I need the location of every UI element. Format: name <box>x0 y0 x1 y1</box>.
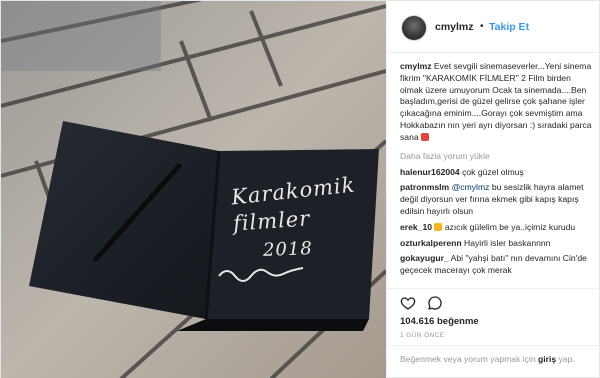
comments-list[interactable]: cmylmz Evet sevgili sinemaseverler...Yen… <box>387 53 600 285</box>
comment-bubble-icon[interactable] <box>427 295 443 311</box>
fire-emoji-icon <box>421 132 430 141</box>
notebook-left-page <box>29 121 219 319</box>
post-caption: cmylmz Evet sevgili sinemaseverler...Yen… <box>400 61 592 144</box>
comment-item: patronmslm @cmylmz bu sesizlik hayra ala… <box>400 182 592 217</box>
notebook-edge <box>177 319 369 331</box>
comment-username[interactable]: ozturkalperenn <box>400 238 462 248</box>
comment-item: erek_10 azıcık gülelim be ya..içimiz kur… <box>400 222 592 234</box>
add-comment-prompt: Beğenmek veya yorum yapmak için <box>400 354 536 364</box>
load-more-comments[interactable]: Daha fazla yorum yükle <box>400 151 592 161</box>
caption-text: Evet sevgili sinemaseverler...Yeni sinem… <box>400 61 592 142</box>
comment-username[interactable]: gokayugur_ <box>400 253 449 263</box>
comment-text: azıcık gülelim be ya..içimiz kurudu <box>444 221 576 232</box>
post-actions <box>387 288 600 316</box>
post-timestamp[interactable]: 1 GÜN ÖNCE <box>400 332 444 339</box>
post-photo[interactable]: Karakomik filmler 2018 <box>1 1 386 378</box>
thumbs-up-emoji-icon <box>434 222 443 231</box>
comment-username[interactable]: patronmslm <box>400 182 449 192</box>
comment-text: Hayirli isler baskannnn <box>464 237 551 248</box>
caption-username[interactable]: cmylmz <box>400 61 432 71</box>
header-username[interactable]: cmylmz <box>435 21 474 33</box>
post-header: cmylmz • Takip Et <box>387 1 600 53</box>
add-comment-suffix: yap. <box>558 354 575 364</box>
likes-number: 104.616 <box>400 316 435 327</box>
avatar[interactable] <box>401 15 427 41</box>
comment-text: çok güzel olmuş <box>462 166 524 177</box>
comment-username[interactable]: halenur162004 <box>400 167 460 177</box>
likes-count[interactable]: 104.616 beğenme <box>400 316 479 327</box>
add-comment-area: Beğenmek veya yorum yapmak için giriş ya… <box>387 345 600 378</box>
heart-icon[interactable] <box>400 295 416 311</box>
login-link[interactable]: giriş <box>538 354 556 364</box>
handwriting-year: 2018 <box>262 238 314 261</box>
comment-item: halenur162004 çok güzel olmuş <box>400 167 592 179</box>
comment-username[interactable]: erek_10 <box>400 222 432 232</box>
likes-label: beğenme <box>436 316 479 327</box>
sky-reflection <box>1 1 161 71</box>
post-side-panel: cmylmz • Takip Et cmylmz Evet sevgili si… <box>386 1 600 378</box>
header-separator: • <box>480 21 484 32</box>
follow-button[interactable]: Takip Et <box>489 21 529 33</box>
comment-item: ozturkalperenn Hayirli isler baskannnn <box>400 238 592 250</box>
comment-item: gokayugur_ Abi "yahşi batı" nın devamını… <box>400 253 592 277</box>
comment-mention[interactable]: @cmylmz <box>452 182 490 192</box>
post-frame: Karakomik filmler 2018 cmylmz • Takip Et… <box>0 0 600 378</box>
